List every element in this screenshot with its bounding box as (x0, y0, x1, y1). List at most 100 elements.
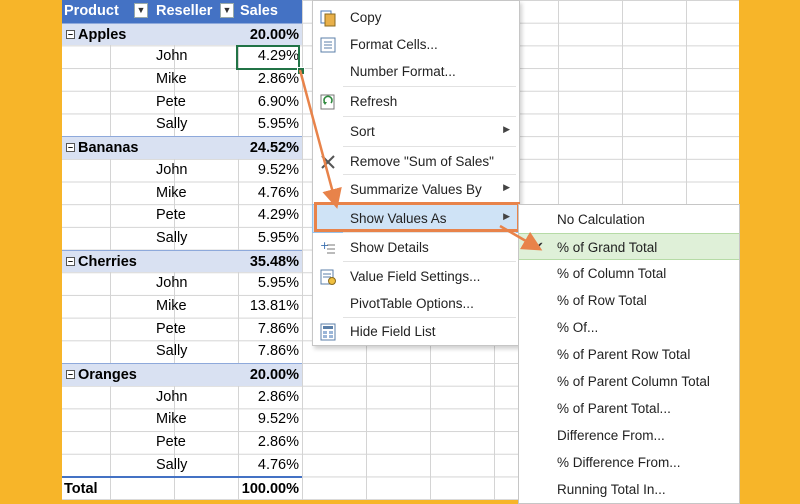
reseller-cell: Pete (156, 320, 186, 337)
reseller-cell: Mike (156, 411, 187, 428)
fill-handle[interactable] (297, 67, 305, 75)
value-cell: 7.86% (257, 343, 299, 360)
submenu-item-percent-of-grand-total[interactable]: ✔% of Grand Total (519, 233, 739, 260)
pivot-header-row: Product ▼ Reseller ▼ Sales (62, 0, 302, 23)
reseller-cell: Pete (156, 207, 186, 224)
submenu-item-difference-from[interactable]: Difference From... (519, 422, 739, 449)
show-details-icon: + (319, 239, 337, 257)
reseller-cell: Mike (156, 184, 187, 201)
collapse-minus-icon[interactable]: – (66, 143, 75, 153)
menu-item-pivottable-options[interactable]: PivotTable Options... (313, 290, 519, 317)
group-row-cherries[interactable]: – Cherries 35.48% (62, 249, 302, 273)
table-row[interactable]: Mike 2.86% (62, 68, 302, 91)
menu-item-number-format[interactable]: Number Format... (313, 58, 519, 85)
group-row-apples[interactable]: – Apples 20.00% (62, 22, 302, 46)
group-total: 35.48% (249, 253, 299, 270)
collapse-minus-icon[interactable]: – (66, 256, 75, 266)
menu-item-summarize-values-by[interactable]: Summarize Values By ▶ (313, 176, 519, 203)
submenu-item-no-calculation[interactable]: No Calculation (519, 206, 739, 233)
submenu-arrow-icon: ▶ (503, 182, 510, 192)
table-row[interactable]: John 5.95% (62, 272, 302, 295)
group-total: 20.00% (249, 26, 299, 43)
menu-item-sort[interactable]: Sort ▶ (313, 118, 519, 145)
value-cell: 6.90% (257, 93, 299, 110)
reseller-cell: John (156, 161, 188, 178)
product-filter-dropdown-icon[interactable]: ▼ (134, 3, 148, 18)
menu-item-copy[interactable]: Copy (313, 4, 519, 31)
header-product: Product (64, 3, 119, 19)
submenu-item-percent-of-parent-row-total[interactable]: % of Parent Row Total (519, 341, 739, 368)
table-row[interactable]: Pete 6.90% (62, 91, 302, 114)
group-total: 20.00% (249, 367, 299, 383)
grand-total-row[interactable]: Total 100.00% (62, 476, 302, 499)
table-row[interactable]: Mike 9.52% (62, 408, 302, 431)
copy-icon (319, 9, 337, 27)
submenu-item-running-total-in[interactable]: Running Total In... (519, 476, 739, 503)
collapse-minus-icon[interactable]: – (66, 29, 75, 39)
group-row-bananas[interactable]: – Bananas 24.52% (62, 136, 302, 159)
reseller-cell: John (156, 388, 188, 405)
menu-item-hide-field-list[interactable]: Hide Field List (313, 318, 519, 345)
reseller-cell: Mike (156, 71, 187, 88)
table-row[interactable]: Sally 4.76% (62, 454, 302, 477)
total-label: Total (64, 481, 98, 498)
field-list-icon (319, 323, 337, 341)
table-row[interactable]: Mike 13.81% (62, 295, 302, 318)
group-name: Cherries (78, 253, 137, 270)
table-row[interactable]: Sally 5.95% (62, 227, 302, 250)
menu-item-show-details[interactable]: + Show Details (313, 234, 519, 261)
reseller-cell: Sally (156, 343, 188, 360)
reseller-filter-dropdown-icon[interactable]: ▼ (220, 3, 234, 18)
value-cell: 5.95% (257, 229, 299, 246)
value-cell: 4.76% (257, 456, 299, 473)
submenu-arrow-icon: ▶ (503, 124, 510, 134)
menu-separator (343, 261, 516, 262)
group-name: Apples (78, 26, 127, 43)
value-cell: 9.52% (257, 411, 299, 428)
menu-item-value-field-settings[interactable]: Value Field Settings... (313, 263, 519, 290)
reseller-cell: Pete (156, 434, 186, 451)
header-reseller: Reseller (156, 3, 213, 19)
group-total: 24.52% (249, 140, 299, 157)
group-row-oranges[interactable]: – Oranges 20.00% (62, 363, 302, 386)
menu-item-remove-field[interactable]: Remove "Sum of Sales" (313, 148, 519, 175)
refresh-icon (319, 93, 337, 111)
value-cell: 5.95% (257, 275, 299, 292)
table-row[interactable]: Sally 7.86% (62, 340, 302, 363)
submenu-item-percent-of-parent-total[interactable]: % of Parent Total... (519, 395, 739, 422)
table-row[interactable]: Pete 4.29% (62, 204, 302, 227)
reseller-cell: Sally (156, 229, 188, 246)
reseller-cell: John (156, 48, 188, 65)
submenu-item-percent-of[interactable]: % Of... (519, 314, 739, 341)
menu-item-format-cells[interactable]: Format Cells... (313, 31, 519, 58)
table-row[interactable]: John 2.86% (62, 386, 302, 409)
collapse-minus-icon[interactable]: – (66, 370, 75, 379)
remove-x-icon (319, 153, 337, 171)
context-menu: Copy Format Cells... Number Format... Re… (312, 0, 520, 346)
value-cell: 4.76% (257, 184, 299, 201)
field-settings-icon (319, 268, 337, 286)
table-row[interactable]: John 9.52% (62, 159, 302, 182)
submenu-item-percent-of-row-total[interactable]: % of Row Total (519, 287, 739, 314)
menu-separator (343, 232, 516, 233)
reseller-cell: John (156, 275, 188, 292)
selected-cell[interactable] (236, 45, 300, 70)
table-row[interactable]: Mike 4.76% (62, 182, 302, 205)
format-cells-icon (319, 36, 337, 54)
table-row[interactable]: Pete 2.86% (62, 431, 302, 454)
submenu-item-percent-of-column-total[interactable]: % of Column Total (519, 260, 739, 287)
table-row[interactable]: Pete 7.86% (62, 318, 302, 341)
total-value: 100.00% (241, 481, 299, 498)
menu-separator (343, 116, 516, 117)
menu-item-refresh[interactable]: Refresh (313, 88, 519, 115)
value-cell: 2.86% (257, 388, 299, 405)
submenu-item-percent-difference-from[interactable]: % Difference From... (519, 449, 739, 476)
menu-separator (343, 86, 516, 87)
reseller-cell: Pete (156, 93, 186, 110)
value-cell: 9.52% (257, 161, 299, 178)
table-row[interactable]: Sally 5.95% (62, 113, 302, 136)
submenu-item-percent-of-parent-column-total[interactable]: % of Parent Column Total (519, 368, 739, 395)
group-name: Bananas (78, 140, 139, 157)
reseller-cell: Mike (156, 297, 187, 314)
menu-separator (343, 146, 516, 147)
